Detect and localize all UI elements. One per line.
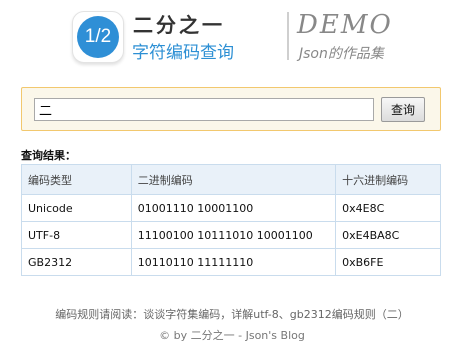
search-panel: 查询 (21, 87, 441, 131)
column-header-encoding-type: 编码类型 (21, 164, 132, 195)
table-row: UTF-8 11100100 10111010 10001100 0xE4BA8… (21, 221, 441, 249)
table-header-row: 编码类型 二进制编码 十六进制编码 (21, 164, 441, 195)
cell-hex: 0xE4BA8C (335, 221, 441, 249)
footer-copyright: © by 二分之一 - Json's Blog (159, 329, 305, 342)
cell-hex: 0xB6FE (335, 248, 441, 276)
cell-hex: 0x4E8C (335, 194, 441, 222)
cell-encoding-type: GB2312 (21, 248, 132, 276)
column-header-binary: 二进制编码 (130, 164, 337, 195)
cell-encoding-type: UTF-8 (21, 221, 132, 249)
header: 1/2 二分之一 字符编码查询 DEMO Json的作品集 (0, 0, 464, 80)
table-row: Unicode 01001110 10001100 0x4E8C (21, 194, 441, 222)
site-title: 二分之一 (133, 13, 225, 37)
cell-encoding-type: Unicode (21, 194, 132, 222)
site-subtitle: 字符编码查询 (132, 43, 234, 63)
results-label: 查询结果： (21, 149, 76, 162)
footer-reading-links[interactable]: 编码规则请阅读：谈谈字符集编码，详解utf-8、gb2312编码规则（二） (0, 306, 464, 322)
cell-binary: 01001110 10001100 (130, 194, 337, 222)
search-button[interactable]: 查询 (381, 97, 425, 122)
logo-icon: 1/2 (77, 16, 119, 58)
demo-subtitle: Json的作品集 (299, 46, 384, 62)
column-header-hex: 十六进制编码 (335, 164, 441, 195)
cell-binary: 10110110 11111110 (130, 248, 337, 276)
logo-badge: 1/2 (72, 11, 124, 63)
results-table: 编码类型 二进制编码 十六进制编码 Unicode 01001110 10001… (21, 164, 441, 276)
header-divider (287, 12, 289, 60)
search-input[interactable] (34, 98, 374, 121)
demo-title: DEMO (297, 10, 393, 40)
table-row: GB2312 10110110 11111110 0xB6FE (21, 248, 441, 276)
cell-binary: 11100100 10111010 10001100 (130, 221, 337, 249)
